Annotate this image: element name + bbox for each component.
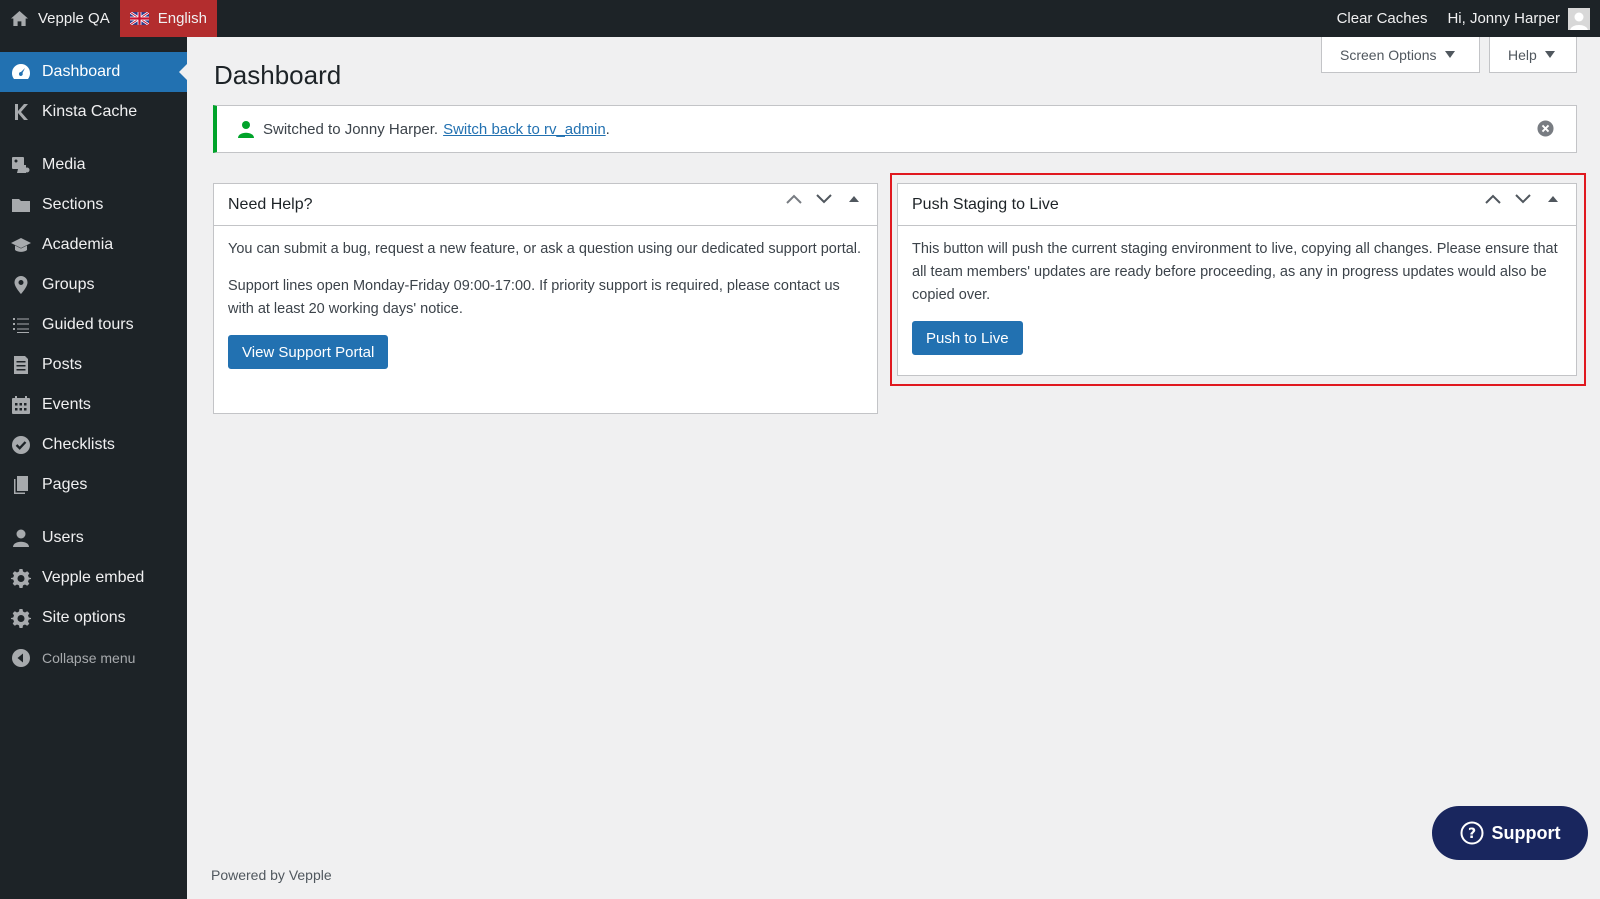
need-help-widget: Need Help? You can submit a bug, request… bbox=[213, 183, 878, 414]
sidebar-item-label: Vepple embed bbox=[42, 569, 145, 586]
folder-icon bbox=[12, 199, 30, 212]
help-label: Help bbox=[1508, 46, 1537, 63]
sidebar-item-pages[interactable]: Pages bbox=[0, 465, 187, 505]
language-switcher[interactable]: English bbox=[119, 0, 217, 37]
location-pin-icon bbox=[14, 276, 28, 294]
sidebar-item-media[interactable]: Media bbox=[0, 145, 187, 185]
switch-back-link[interactable]: Switch back to rv_admin bbox=[443, 121, 606, 138]
caret-up-icon bbox=[849, 196, 859, 202]
help-button[interactable]: Help bbox=[1489, 37, 1577, 73]
gear-icon bbox=[11, 569, 31, 588]
chevron-up-icon bbox=[786, 194, 802, 204]
sidebar-item-vepple-embed[interactable]: Vepple embed bbox=[0, 558, 187, 598]
caret-down-icon bbox=[1444, 51, 1455, 58]
notice-trailing: . bbox=[605, 120, 610, 138]
media-icon bbox=[12, 157, 30, 173]
posts-icon bbox=[14, 356, 28, 374]
svg-text:?: ? bbox=[1467, 826, 1475, 842]
sidebar-item-checklists[interactable]: Checklists bbox=[0, 425, 187, 465]
sidebar-item-sections[interactable]: Sections bbox=[0, 185, 187, 225]
uk-flag-icon bbox=[129, 12, 149, 25]
list-icon bbox=[13, 318, 29, 333]
sidebar-item-dashboard[interactable]: Dashboard bbox=[0, 52, 187, 92]
sidebar-item-label: Guided tours bbox=[42, 316, 134, 333]
admin-sidebar: Dashboard Kinsta Cache Media Sections Ac… bbox=[0, 37, 187, 899]
user-silhouette-icon bbox=[1570, 12, 1588, 30]
sidebar-item-academia[interactable]: Academia bbox=[0, 225, 187, 265]
dismiss-notice-button[interactable] bbox=[1537, 120, 1562, 141]
screen-options-label: Screen Options bbox=[1340, 46, 1437, 63]
user-icon bbox=[238, 121, 254, 138]
sidebar-item-label: Users bbox=[42, 529, 84, 546]
check-circle-icon bbox=[12, 436, 30, 454]
chevron-down-icon bbox=[816, 194, 832, 204]
dashboard-icon bbox=[11, 64, 31, 79]
site-name-link[interactable]: Vepple QA bbox=[0, 0, 120, 37]
caret-down-icon bbox=[1544, 51, 1555, 58]
kinsta-icon bbox=[15, 104, 28, 120]
widget-paragraph: Support lines open Monday-Friday 09:00-1… bbox=[228, 278, 840, 317]
close-circle-icon bbox=[1537, 120, 1554, 137]
sidebar-item-label: Sections bbox=[42, 196, 104, 213]
account-menu[interactable]: Hi, Jonny Harper bbox=[1437, 0, 1600, 37]
screen-options-button[interactable]: Screen Options bbox=[1321, 37, 1480, 73]
language-label: English bbox=[157, 10, 207, 27]
notice-text: Switched to Jonny Harper. bbox=[263, 120, 439, 138]
pages-icon bbox=[14, 476, 28, 494]
move-up-button[interactable] bbox=[779, 194, 809, 204]
toggle-panel-button[interactable] bbox=[839, 195, 869, 203]
sidebar-item-label: Media bbox=[42, 156, 86, 173]
view-support-portal-button[interactable]: View Support Portal bbox=[228, 335, 389, 369]
graduation-cap-icon bbox=[11, 238, 31, 252]
user-greeting: Hi, Jonny Harper bbox=[1447, 10, 1560, 27]
sidebar-item-label: Groups bbox=[42, 276, 95, 293]
calendar-icon bbox=[12, 396, 30, 414]
user-icon bbox=[13, 529, 29, 547]
widget-paragraph: You can submit a bug, request a new feat… bbox=[228, 241, 862, 257]
sidebar-item-label: Events bbox=[42, 396, 91, 413]
sidebar-item-label: Kinsta Cache bbox=[42, 103, 138, 120]
admin-bar: Vepple QA English Clear Caches Hi, Jonny… bbox=[0, 0, 1600, 37]
user-switch-notice: Switched to Jonny Harper. Switch back to… bbox=[213, 105, 1577, 153]
support-button[interactable]: ? Support bbox=[1432, 806, 1588, 860]
sidebar-item-groups[interactable]: Groups bbox=[0, 265, 187, 305]
support-label: Support bbox=[1491, 822, 1561, 843]
collapse-menu-button[interactable]: Collapse menu bbox=[0, 638, 187, 678]
sidebar-item-label: Pages bbox=[42, 476, 88, 493]
collapse-menu-label: Collapse menu bbox=[42, 650, 136, 666]
gear-icon bbox=[11, 609, 31, 628]
avatar bbox=[1568, 7, 1590, 30]
widget-title: Need Help? bbox=[228, 195, 313, 213]
sidebar-item-guided-tours[interactable]: Guided tours bbox=[0, 305, 187, 345]
sidebar-item-label: Checklists bbox=[42, 436, 115, 453]
sidebar-item-site-options[interactable]: Site options bbox=[0, 598, 187, 638]
sidebar-item-kinsta-cache[interactable]: Kinsta Cache bbox=[0, 92, 187, 132]
page-title: Dashboard bbox=[214, 60, 342, 90]
question-circle-icon: ? bbox=[1460, 821, 1483, 845]
site-name: Vepple QA bbox=[38, 10, 110, 27]
home-icon bbox=[11, 10, 28, 27]
collapse-arrow-icon bbox=[12, 649, 30, 667]
sidebar-item-posts[interactable]: Posts bbox=[0, 345, 187, 385]
sidebar-item-events[interactable]: Events bbox=[0, 385, 187, 425]
sidebar-item-users[interactable]: Users bbox=[0, 518, 187, 558]
sidebar-item-label: Site options bbox=[42, 609, 126, 626]
highlight-box bbox=[890, 173, 1586, 386]
clear-caches-link[interactable]: Clear Caches bbox=[1327, 0, 1438, 37]
footer-text: Powered by Vepple bbox=[211, 867, 332, 883]
sidebar-item-label: Dashboard bbox=[42, 63, 121, 80]
move-down-button[interactable] bbox=[809, 194, 839, 204]
sidebar-item-label: Academia bbox=[42, 236, 114, 253]
sidebar-item-label: Posts bbox=[42, 356, 83, 373]
